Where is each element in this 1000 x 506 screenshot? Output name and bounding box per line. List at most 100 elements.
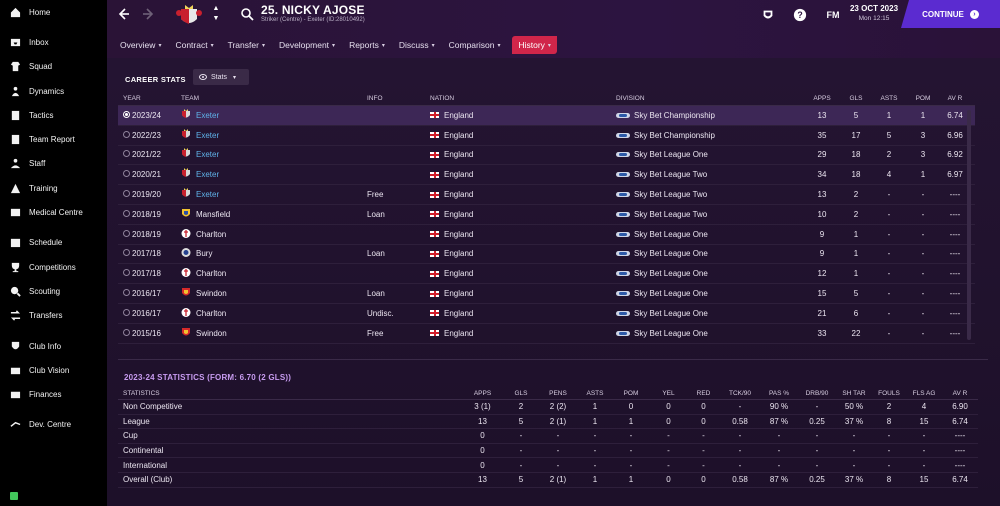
tab-history[interactable]: History ▾ bbox=[512, 36, 557, 54]
season-col-av-r[interactable]: AV R bbox=[942, 390, 978, 397]
team-name[interactable]: Exeter bbox=[196, 150, 219, 159]
season-col-tck-90[interactable]: TCK/90 bbox=[720, 390, 760, 397]
row-radio[interactable] bbox=[118, 150, 132, 159]
division-name[interactable]: Sky Bet Championship bbox=[634, 111, 715, 120]
season-col-sh-tar[interactable]: SH TAR bbox=[836, 390, 872, 397]
row-radio[interactable] bbox=[118, 249, 132, 258]
sidebar-item-training[interactable]: Training bbox=[0, 176, 107, 200]
sidebar-item-competitions[interactable]: Competitions bbox=[0, 255, 107, 279]
sidebar-item-dev-centre[interactable]: Dev. Centre bbox=[0, 413, 107, 437]
tab-discuss[interactable]: Discuss ▾ bbox=[397, 36, 437, 54]
table-row[interactable]: 2019/20 Exeter Free England Sky Bet League T… bbox=[118, 185, 975, 205]
nation-name[interactable]: England bbox=[444, 131, 473, 140]
division-name[interactable]: Sky Bet League Two bbox=[634, 210, 707, 219]
row-radio[interactable] bbox=[118, 289, 132, 298]
row-radio[interactable] bbox=[118, 190, 132, 199]
sidebar-item-team-report[interactable]: Team Report bbox=[0, 127, 107, 151]
back-arrow-icon[interactable] bbox=[115, 6, 131, 22]
team-name[interactable]: Exeter bbox=[196, 111, 219, 120]
scrollbar[interactable] bbox=[966, 110, 972, 340]
sidebar-item-club-info[interactable]: Club Info bbox=[0, 334, 107, 358]
season-col-fouls[interactable]: FOULS bbox=[872, 390, 906, 397]
col-year[interactable]: YEAR bbox=[118, 95, 181, 102]
table-row[interactable]: 2015/16 Swindon Free England Sky Bet League … bbox=[118, 324, 975, 344]
view-dropdown[interactable]: Stats ▾ bbox=[193, 69, 249, 85]
division-name[interactable]: Sky Bet League One bbox=[634, 230, 708, 239]
sidebar-item-dynamics[interactable]: Dynamics bbox=[0, 79, 107, 103]
tab-transfer[interactable]: Transfer ▾ bbox=[226, 36, 267, 54]
row-radio[interactable] bbox=[118, 269, 132, 278]
col-division[interactable]: DIVISION bbox=[616, 95, 802, 102]
nation-name[interactable]: England bbox=[444, 329, 473, 338]
search-icon[interactable] bbox=[240, 7, 254, 21]
table-row[interactable]: 2023/24 Exeter England Sky Bet Championship… bbox=[118, 106, 975, 126]
sidebar-item-squad[interactable]: Squad bbox=[0, 55, 107, 79]
nation-name[interactable]: England bbox=[444, 210, 473, 219]
row-radio[interactable] bbox=[118, 328, 132, 338]
table-row[interactable]: 2017/18 Bury Loan England Sky Bet League One… bbox=[118, 245, 975, 265]
season-col-statistics[interactable]: STATISTICS bbox=[118, 390, 461, 397]
col-info[interactable]: INFO bbox=[367, 95, 430, 102]
nation-name[interactable]: England bbox=[444, 309, 473, 318]
division-name[interactable]: Sky Bet League Two bbox=[634, 170, 707, 179]
table-row[interactable]: 2018/19 Mansfield Loan England Sky Bet Leagu… bbox=[118, 205, 975, 225]
season-col-drb-90[interactable]: DRB/90 bbox=[798, 390, 836, 397]
season-col-pas-[interactable]: PAS % bbox=[760, 390, 798, 397]
table-row[interactable]: 2020/21 Exeter England Sky Bet League Two 34… bbox=[118, 165, 975, 186]
division-name[interactable]: Sky Bet Championship bbox=[634, 131, 715, 140]
season-col-red[interactable]: RED bbox=[687, 390, 720, 397]
fm-menu-button[interactable]: FM bbox=[823, 6, 843, 24]
table-row[interactable]: 2021/22 Exeter England Sky Bet League One 29… bbox=[118, 146, 975, 166]
club-badge-icon[interactable] bbox=[759, 6, 777, 24]
continue-button[interactable]: CONTINUE › bbox=[901, 0, 1000, 28]
col-nation[interactable]: NATION bbox=[430, 95, 616, 102]
tab-contract[interactable]: Contract ▾ bbox=[173, 36, 215, 54]
nation-name[interactable]: England bbox=[444, 190, 473, 199]
tab-development[interactable]: Development ▾ bbox=[277, 36, 337, 54]
season-col-yel[interactable]: YEL bbox=[650, 390, 687, 397]
sidebar-item-medical-centre[interactable]: Medical Centre bbox=[0, 200, 107, 224]
division-name[interactable]: Sky Bet League Two bbox=[634, 190, 707, 199]
team-name[interactable]: Exeter bbox=[196, 170, 219, 179]
tab-reports[interactable]: Reports ▾ bbox=[347, 36, 387, 54]
team-name[interactable]: Exeter bbox=[196, 190, 219, 199]
col-asts[interactable]: ASTS bbox=[870, 95, 908, 102]
row-radio[interactable] bbox=[118, 110, 132, 120]
sidebar-item-inbox[interactable]: Inbox bbox=[0, 30, 107, 54]
nation-name[interactable]: England bbox=[444, 269, 473, 278]
table-row[interactable]: 2016/17 Swindon Loan England Sky Bet League … bbox=[118, 284, 975, 304]
season-col-asts[interactable]: ASTS bbox=[578, 390, 612, 397]
nation-name[interactable]: England bbox=[444, 289, 473, 298]
row-team[interactable]: Exeter bbox=[181, 168, 367, 181]
row-radio[interactable] bbox=[118, 130, 132, 140]
row-radio[interactable] bbox=[118, 308, 132, 318]
team-name[interactable]: Exeter bbox=[196, 131, 219, 140]
col-gls[interactable]: GLS bbox=[842, 95, 870, 102]
club-crest-icon[interactable] bbox=[175, 3, 203, 29]
sidebar-item-home[interactable]: Home bbox=[0, 0, 107, 24]
nation-name[interactable]: England bbox=[444, 150, 473, 159]
table-row[interactable]: 2016/17 Charlton Undisc. England Sky Bet Lea… bbox=[118, 304, 975, 324]
table-row[interactable]: 2017/18 Charlton England Sky Bet League One… bbox=[118, 264, 975, 285]
nation-name[interactable]: England bbox=[444, 111, 473, 120]
season-col-gls[interactable]: GLS bbox=[504, 390, 538, 397]
sidebar-item-finances[interactable]: Finances bbox=[0, 382, 107, 406]
season-col-fls-ag[interactable]: FLS AG bbox=[906, 390, 942, 397]
nation-name[interactable]: England bbox=[444, 230, 473, 239]
division-name[interactable]: Sky Bet League One bbox=[634, 150, 708, 159]
division-name[interactable]: Sky Bet League One bbox=[634, 249, 708, 258]
row-team[interactable]: Exeter bbox=[181, 148, 367, 161]
season-col-pom[interactable]: POM bbox=[612, 390, 650, 397]
season-col-apps[interactable]: APPS bbox=[461, 390, 504, 397]
col-pom[interactable]: POM bbox=[908, 95, 938, 102]
row-team[interactable]: Exeter bbox=[181, 128, 367, 142]
tab-overview[interactable]: Overview ▾ bbox=[118, 36, 163, 54]
player-switch-icon[interactable]: ▲ ▼ bbox=[211, 4, 221, 26]
tab-comparison[interactable]: Comparison ▾ bbox=[447, 36, 503, 54]
row-radio[interactable] bbox=[118, 209, 132, 219]
row-radio[interactable] bbox=[118, 170, 132, 179]
row-team[interactable]: Exeter bbox=[181, 108, 367, 122]
sidebar-item-tactics[interactable]: Tactics bbox=[0, 103, 107, 127]
row-radio[interactable] bbox=[118, 229, 132, 239]
col-team[interactable]: TEAM bbox=[181, 95, 367, 102]
